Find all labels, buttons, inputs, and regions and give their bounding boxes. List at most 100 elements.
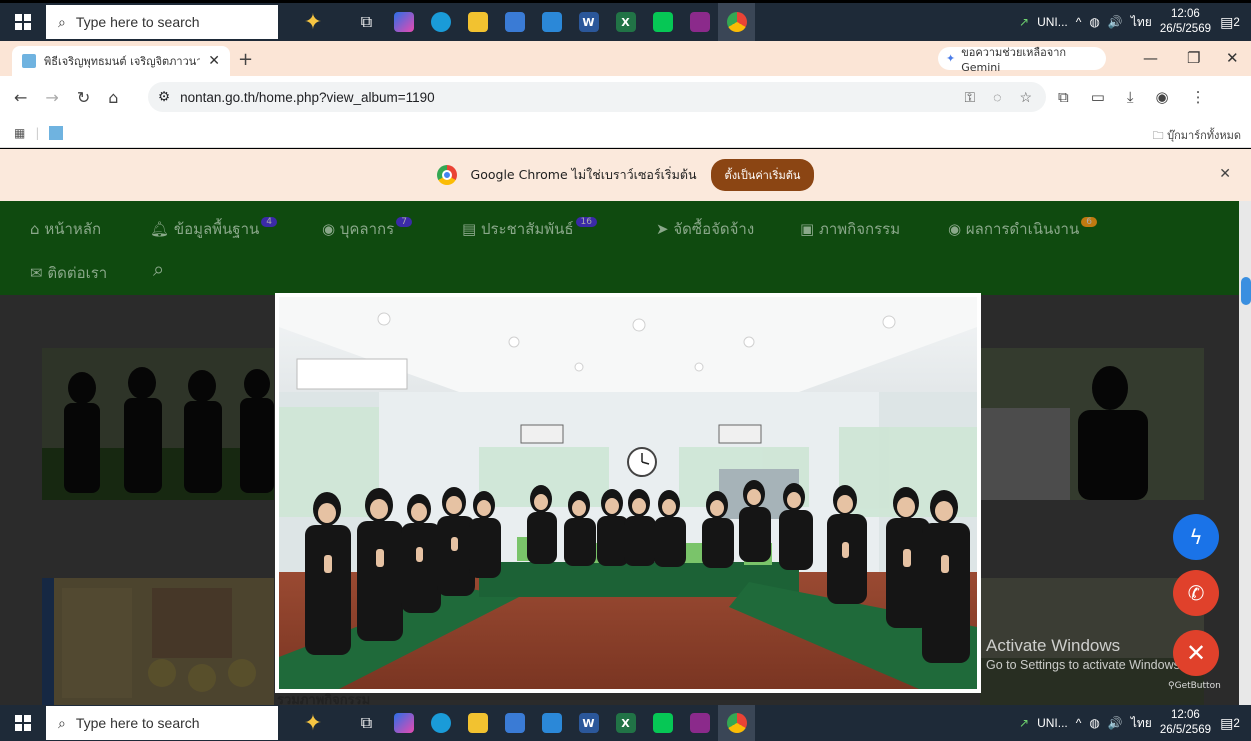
close-window-icon[interactable]: ✕ <box>1226 49 1239 67</box>
chevron-up-icon[interactable]: ^ <box>1076 15 1082 29</box>
thumbnail-photo <box>980 348 1204 500</box>
clock[interactable]: 12:06 26/5/2569 <box>1160 708 1211 738</box>
url-text: nontan.go.th/home.php?view_album=1190 <box>180 89 435 105</box>
image-icon: ▣ <box>800 220 815 238</box>
extensions-icon[interactable]: ⧉ <box>1058 88 1069 106</box>
line-icon[interactable] <box>644 705 681 741</box>
messenger-button[interactable]: ϟ <box>1173 514 1219 560</box>
close-infobar-icon[interactable]: ✕ <box>1219 166 1231 182</box>
edge-icon[interactable] <box>422 705 459 741</box>
new-tab-icon[interactable]: + <box>238 49 253 70</box>
restore-icon[interactable]: ❐ <box>1187 49 1200 67</box>
teams-icon[interactable] <box>533 705 570 741</box>
store-icon[interactable] <box>496 3 533 41</box>
browser-tab[interactable]: พิธีเจริญพุทธมนต์ เจริญจิตภาวนา (ผ ✕ <box>12 46 230 76</box>
nav-pr[interactable]: ▤ ประชาสัมพันธ์ 16 <box>462 217 597 241</box>
messenger-icon: ϟ <box>1189 525 1203 549</box>
search-icon: ⌕ <box>58 714 66 731</box>
language-indicator[interactable]: ไทย <box>1131 13 1152 32</box>
task-view-icon[interactable]: ⧉ <box>348 705 385 741</box>
network-icon[interactable]: ◍ <box>1089 716 1099 730</box>
word-icon[interactable]: W <box>570 3 607 41</box>
tray-label: UNI... <box>1037 15 1068 29</box>
minimize-icon[interactable]: — <box>1143 49 1158 67</box>
download-icon[interactable]: ⤓ <box>1127 88 1134 106</box>
all-bookmarks[interactable]: 🗀 บุ๊กมาร์กทั้งหมด <box>1153 126 1241 146</box>
teams-icon[interactable] <box>533 3 570 41</box>
chrome-taskbar-icon[interactable] <box>718 3 755 41</box>
line-icon[interactable] <box>644 3 681 41</box>
nav-basic-info[interactable]: 🔔︎ ข้อมูลพื้นฐาน 4 <box>150 217 277 241</box>
start-button[interactable] <box>0 705 46 741</box>
stock-icon: ↗ <box>1019 716 1030 730</box>
reload-icon[interactable]: ↻ <box>77 88 90 107</box>
thumbnail-photo <box>42 578 274 705</box>
address-bar[interactable]: ⚙ nontan.go.th/home.php?view_album=1190 … <box>148 82 1046 112</box>
network-icon[interactable]: ◍ <box>1089 15 1099 29</box>
notification-icon[interactable]: ▤ 2 <box>1219 11 1241 33</box>
nav-badge: 6 <box>1081 217 1097 227</box>
default-browser-infobar: Google Chrome ไม่ใช่เบราว์เซอร์เริ่มต้น … <box>0 149 1251 201</box>
eye-off-icon[interactable]: ◌ <box>993 89 1001 106</box>
nav-results[interactable]: ◉ ผลการดำเนินงาน 6 <box>948 217 1097 241</box>
copilot-app-icon[interactable] <box>385 3 422 41</box>
chrome-taskbar-icon[interactable] <box>718 705 755 741</box>
site-info-icon[interactable]: ⚙ <box>158 89 170 105</box>
word-icon[interactable]: W <box>570 705 607 741</box>
winrar-icon[interactable] <box>681 705 718 741</box>
nav-contact[interactable]: ✉ ติดต่อเรา <box>30 261 107 285</box>
copilot-icon[interactable]: ✦ <box>278 3 348 41</box>
back-icon[interactable]: ← <box>14 88 27 107</box>
screen: ⌕ Type here to search ✦ ⧉ W X ↗ UNI... ^… <box>0 0 1251 741</box>
menu-dots-icon[interactable]: ⋮ <box>1191 88 1206 106</box>
edge-icon[interactable] <box>422 3 459 41</box>
clock[interactable]: 12:06 26/5/2569 <box>1160 7 1211 37</box>
getbutton-credit[interactable]: ⚲GetButton <box>1168 681 1221 691</box>
bookmark-favicon-icon[interactable] <box>49 125 64 140</box>
excel-icon[interactable]: X <box>607 705 644 741</box>
task-view-icon[interactable]: ⧉ <box>348 3 385 41</box>
taskbar-search[interactable]: ⌕ Type here to search <box>46 706 278 740</box>
volume-icon[interactable]: 🔊 <box>1108 716 1123 730</box>
bookmark-star-icon[interactable]: ☆ <box>1019 89 1032 106</box>
notification-icon[interactable]: ▤ 2 <box>1219 712 1241 734</box>
clock-date: 26/5/2569 <box>1159 724 1211 736</box>
file-explorer-icon[interactable] <box>459 705 496 741</box>
search-icon[interactable]: ⌕ <box>153 257 164 281</box>
reading-mode-icon[interactable]: ▭ <box>1091 88 1105 106</box>
winrar-icon[interactable] <box>681 3 718 41</box>
nav-activities[interactable]: ▣ ภาพกิจกรรม <box>800 217 900 241</box>
nav-personnel[interactable]: ◉ บุคลากร 7 <box>322 217 412 241</box>
start-button[interactable] <box>0 3 46 41</box>
album-thumbnail[interactable] <box>42 578 274 705</box>
clock-time: 12:06 <box>1171 709 1200 721</box>
copilot-icon[interactable]: ✦ <box>278 705 348 741</box>
taskbar-search[interactable]: ⌕ Type here to search <box>46 5 278 39</box>
nav-home[interactable]: ⌂ หน้าหลัก <box>30 217 101 241</box>
lightbox-photo[interactable] <box>279 297 977 689</box>
store-icon[interactable] <box>496 705 533 741</box>
bookmarks-bar: ▦ | 🗀 บุ๊กมาร์กทั้งหมด <box>0 118 1251 148</box>
forward-icon[interactable]: → <box>45 88 58 107</box>
call-button[interactable]: ✆ <box>1173 570 1219 616</box>
lightbox[interactable] <box>275 293 981 693</box>
language-indicator[interactable]: ไทย <box>1131 714 1152 733</box>
file-explorer-icon[interactable] <box>459 3 496 41</box>
excel-icon[interactable]: X <box>607 3 644 41</box>
album-thumbnail[interactable] <box>980 348 1204 500</box>
home-icon[interactable]: ⌂ <box>108 88 118 107</box>
chevron-up-icon[interactable]: ^ <box>1076 716 1082 730</box>
gemini-button[interactable]: ✦ ขอความช่วยเหลือจาก Gemini <box>938 46 1106 74</box>
password-key-icon[interactable]: ⚿ <box>964 89 975 106</box>
volume-icon[interactable]: 🔊 <box>1108 15 1123 29</box>
close-tab-icon[interactable]: ✕ <box>208 53 220 69</box>
page-scrollbar[interactable] <box>1239 201 1251 705</box>
set-default-button[interactable]: ตั้งเป็นค่าเริ่มต้น <box>710 159 815 191</box>
profile-icon[interactable]: ◉ <box>1156 88 1169 106</box>
apps-grid-icon[interactable]: ▦ <box>14 126 25 140</box>
copilot-app-icon[interactable] <box>385 705 422 741</box>
album-thumbnail[interactable] <box>42 348 274 500</box>
scrollbar-thumb[interactable] <box>1241 277 1251 305</box>
close-widget-button[interactable]: ✕ <box>1173 630 1219 676</box>
nav-procurement[interactable]: ➤ จัดซื้อจัดจ้าง <box>656 217 754 241</box>
